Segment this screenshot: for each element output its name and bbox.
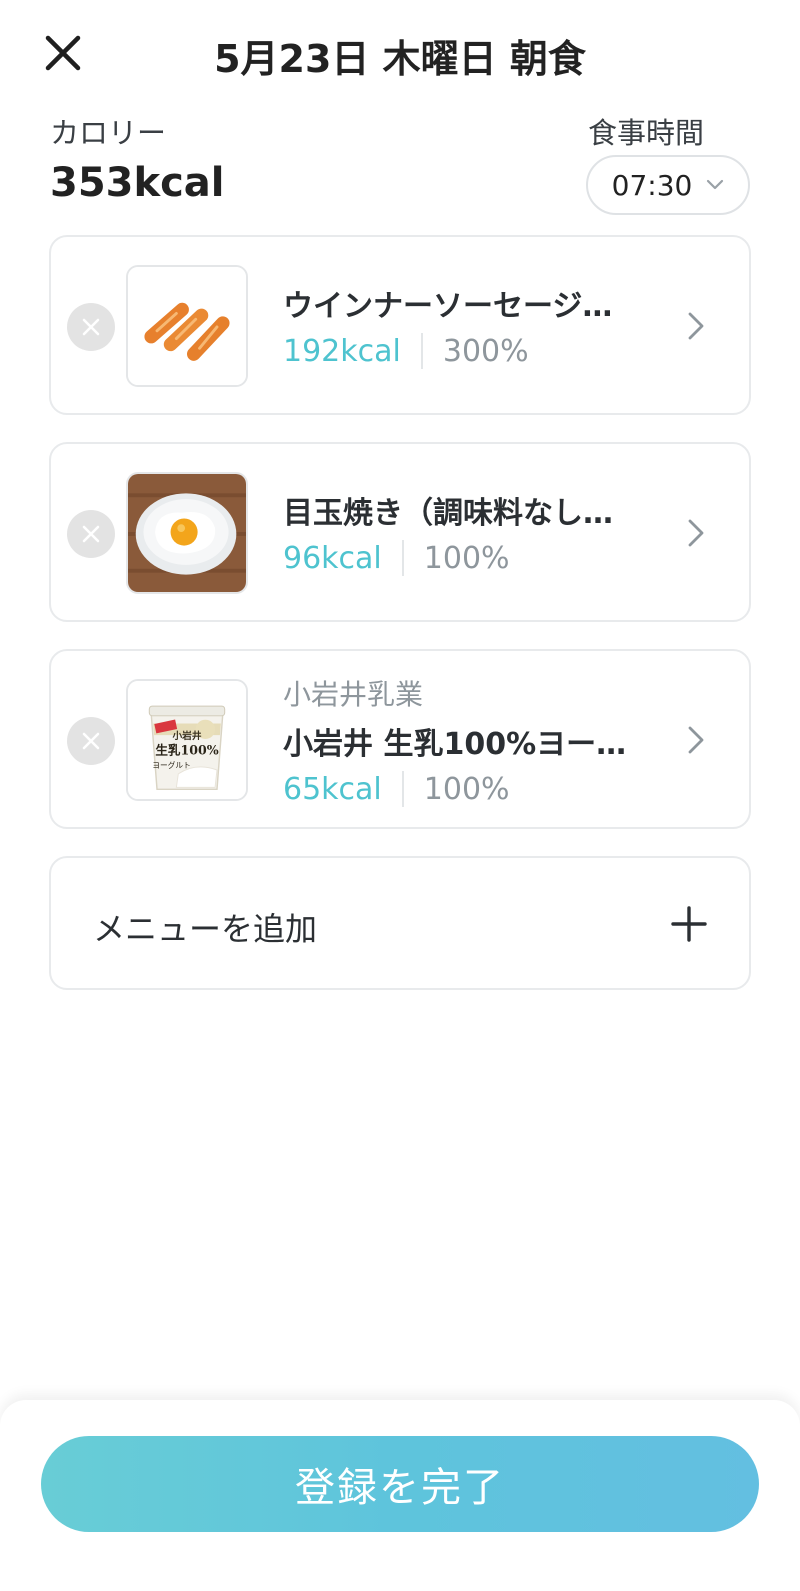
meal-time-select[interactable]: 07:30 xyxy=(586,155,750,215)
yogurt-cup-image: 小岩井 生乳100% ヨーグルト xyxy=(128,681,246,799)
food-name: 目玉焼き（調味料なし… xyxy=(283,496,613,531)
food-kcal: 192kcal xyxy=(283,333,401,369)
yogurt-label-brand: 小岩井 xyxy=(172,730,202,742)
yogurt-label-type: ヨーグルト xyxy=(152,760,191,770)
add-menu-button[interactable]: メニューを追加 xyxy=(49,856,751,990)
food-kcal: 96kcal xyxy=(283,540,382,576)
food-item-card[interactable]: 小岩井 生乳100% ヨーグルト 小岩井乳業 小岩井 生乳100%ヨー… 65k… xyxy=(49,649,751,829)
food-name: 小岩井 生乳100%ヨー… xyxy=(283,727,627,762)
add-menu-label: メニューを追加 xyxy=(93,910,318,948)
remove-item-button[interactable] xyxy=(67,717,115,765)
meal-time-label: 食事時間 xyxy=(587,116,704,150)
remove-item-button[interactable] xyxy=(67,303,115,351)
calorie-value: 353kcal xyxy=(50,160,225,206)
food-percent: 100% xyxy=(423,540,510,576)
divider xyxy=(401,540,404,576)
food-thumbnail xyxy=(126,265,248,387)
close-icon xyxy=(82,732,100,750)
chevron-right-icon xyxy=(688,519,704,547)
sausages-image xyxy=(128,267,246,385)
food-meta: 96kcal 100% xyxy=(283,540,510,576)
remove-item-button[interactable] xyxy=(67,510,115,558)
divider xyxy=(401,771,404,807)
food-name: ウインナーソーセージ… xyxy=(283,289,613,324)
close-icon xyxy=(82,318,100,336)
food-thumbnail xyxy=(126,472,248,594)
meal-time-value: 07:30 xyxy=(611,168,693,202)
bottom-action-bar: 登録を完了 xyxy=(0,1400,800,1591)
page-title: 5月23日 木曜日 朝食 xyxy=(214,37,586,81)
food-item-card[interactable]: 目玉焼き（調味料なし… 96kcal 100% xyxy=(49,442,751,622)
divider xyxy=(420,333,423,369)
food-brand: 小岩井乳業 xyxy=(283,678,424,711)
close-icon xyxy=(82,525,100,543)
calorie-label: カロリー xyxy=(50,116,167,150)
chevron-right-icon xyxy=(688,726,704,754)
food-meta: 192kcal 300% xyxy=(283,333,529,369)
food-percent: 100% xyxy=(423,771,510,807)
food-kcal: 65kcal xyxy=(283,771,382,807)
complete-registration-button[interactable]: 登録を完了 xyxy=(41,1436,759,1532)
yogurt-label-product: 生乳100% xyxy=(155,743,218,758)
food-percent: 300% xyxy=(442,333,529,369)
fried-egg-image xyxy=(128,474,246,592)
plus-icon xyxy=(671,906,707,942)
food-meta: 65kcal 100% xyxy=(283,771,510,807)
food-thumbnail: 小岩井 生乳100% ヨーグルト xyxy=(126,679,248,801)
chevron-right-icon xyxy=(688,312,704,340)
food-item-card[interactable]: ウインナーソーセージ… 192kcal 300% xyxy=(49,235,751,415)
chevron-down-icon xyxy=(707,179,724,190)
